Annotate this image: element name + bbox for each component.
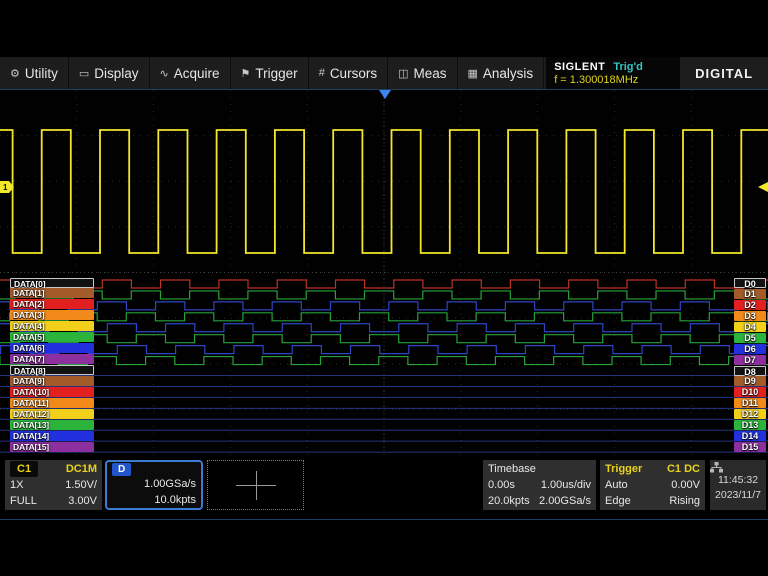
clock-date: 2023/11/7 xyxy=(710,488,766,503)
menu-bar: ⚙ Utility ▭ Display ∿ Acquire ⚑ Trigger … xyxy=(0,57,768,89)
menu-acquire-label: Acquire xyxy=(174,66,220,81)
digital-channel-tag[interactable]: D3 xyxy=(734,311,766,321)
trigger-descriptor[interactable]: Trigger C1 DC Auto 0.00V Edge Rising xyxy=(600,460,705,510)
menu-acquire[interactable]: ∿ Acquire xyxy=(150,57,231,89)
descriptor-bar: C1 DC1M 1X 1.50V/ FULL 3.00V D 1.00GSa/s… xyxy=(0,456,768,518)
timebase-memory: 20.0kpts xyxy=(488,493,530,509)
scope-ui: ⚙ Utility ▭ Display ∿ Acquire ⚑ Trigger … xyxy=(0,55,768,520)
graticule xyxy=(0,90,768,455)
trigger-position-marker[interactable] xyxy=(379,90,391,99)
siglent-logo: SIGLENT xyxy=(554,61,605,73)
frequency-counter: f = 1.300018MHz xyxy=(554,74,672,86)
trigger-level-marker[interactable] xyxy=(758,182,768,192)
digital-channel-tag[interactable]: D0 xyxy=(734,278,766,288)
lan-icon xyxy=(710,462,723,473)
empty-channel-slot[interactable] xyxy=(207,460,304,510)
c1-bandwidth: FULL xyxy=(10,493,37,509)
menu-meas-label: Meas xyxy=(413,66,446,81)
digital-channel-label[interactable]: DATA[15] xyxy=(10,442,94,452)
digital-channel-tag[interactable]: D14 xyxy=(734,431,766,441)
digital-channel-label[interactable]: DATA[11] xyxy=(10,398,94,408)
add-channel-crosshair-v xyxy=(256,471,257,500)
menu-display[interactable]: ▭ Display xyxy=(69,57,150,89)
digital-descriptor[interactable]: D 1.00GSa/s 10.0kpts xyxy=(105,460,203,510)
timebase-scale: 1.00us/div xyxy=(541,477,591,493)
datetime-panel: 11:45:32 2023/11/7 xyxy=(710,460,766,510)
waveform-canvas: 1 xyxy=(0,90,768,455)
timebase-title: Timebase xyxy=(488,461,536,477)
timebase-srate: 2.00GSa/s xyxy=(539,493,591,509)
digital-channel-label[interactable]: DATA[5] xyxy=(10,332,94,342)
display-icon: ▭ xyxy=(79,67,89,80)
digital-channel-label[interactable]: DATA[12] xyxy=(10,409,94,419)
digital-chip: D xyxy=(112,463,131,476)
menu-utility-label: Utility xyxy=(25,66,58,81)
gear-icon: ⚙ xyxy=(10,67,20,80)
menu-analysis-label: Analysis xyxy=(483,66,533,81)
status-block: SIGLENT Trig'd f = 1.300018MHz xyxy=(546,57,680,89)
cursors-icon: # xyxy=(319,67,325,79)
digital-channel-tag[interactable]: D10 xyxy=(734,387,766,397)
digital-channel-tag[interactable]: D7 xyxy=(734,355,766,365)
digital-channel-tag[interactable]: D4 xyxy=(734,322,766,332)
digital-channel-tag[interactable]: D6 xyxy=(734,344,766,354)
flag-icon: ⚑ xyxy=(241,67,251,80)
digital-channel-tag[interactable]: D12 xyxy=(734,409,766,419)
digital-channel-tag[interactable]: D13 xyxy=(734,420,766,430)
timebase-delay: 0.00s xyxy=(488,477,515,493)
timebase-descriptor[interactable]: Timebase 0.00s 1.00us/div 20.0kpts 2.00G… xyxy=(483,460,596,510)
digital-channel-label[interactable]: DATA[6] xyxy=(10,343,94,353)
menu-trigger[interactable]: ⚑ Trigger xyxy=(231,57,309,89)
digital-channel-label[interactable]: DATA[1] xyxy=(10,288,94,298)
digital-channel-label[interactable]: DATA[2] xyxy=(10,299,94,309)
trigger-slope: Rising xyxy=(669,493,700,509)
menu-display-label: Display xyxy=(94,66,138,81)
digital-channel-tag[interactable]: D8 xyxy=(734,366,766,376)
digital-channel-label[interactable]: DATA[4] xyxy=(10,321,94,331)
chart-icon: ▦ xyxy=(468,67,478,80)
digital-channel-tag[interactable]: D2 xyxy=(734,300,766,310)
menu-cursors[interactable]: # Cursors xyxy=(309,57,388,89)
channel-c1-descriptor[interactable]: C1 DC1M 1X 1.50V/ FULL 3.00V xyxy=(5,460,102,510)
digital-channel-tag[interactable]: D1 xyxy=(734,289,766,299)
digital-channel-label[interactable]: DATA[3] xyxy=(10,310,94,320)
waveform-display: 1 DATA[0]DATA[1]DATA[2]DATA[3]DATA[4]DAT… xyxy=(0,90,768,455)
measure-icon: ◫ xyxy=(398,67,408,80)
trigger-mode: Auto xyxy=(605,477,628,493)
menu-digital[interactable]: DIGITAL xyxy=(680,57,768,89)
bottom-separator xyxy=(0,519,768,520)
digital-channel-tag[interactable]: D11 xyxy=(734,398,766,408)
clock-time: 11:45:32 xyxy=(710,473,766,488)
menu-analysis[interactable]: ▦ Analysis xyxy=(458,57,545,89)
oscilloscope-screen: ⚙ Utility ▭ Display ∿ Acquire ⚑ Trigger … xyxy=(0,0,768,576)
digital-sample-rate: 1.00GSa/s xyxy=(112,476,196,492)
c1-chip: C1 xyxy=(10,461,38,477)
trigger-title: Trigger xyxy=(605,461,642,477)
digital-channel-label[interactable]: DATA[9] xyxy=(10,376,94,386)
digital-channel-label[interactable]: DATA[7] xyxy=(10,354,94,364)
c1-attenuation: 1X xyxy=(10,477,23,493)
digital-channel-label[interactable]: DATA[10] xyxy=(10,387,94,397)
menu-trigger-label: Trigger xyxy=(255,66,297,81)
c1-offset: 3.00V xyxy=(68,493,97,509)
digital-channel-label[interactable]: DATA[0] xyxy=(10,278,94,288)
digital-memory: 10.0kpts xyxy=(112,492,196,508)
digital-channel-label[interactable]: DATA[8] xyxy=(10,365,94,375)
c1-coupling: DC1M xyxy=(66,461,97,477)
menu-utility[interactable]: ⚙ Utility xyxy=(0,57,69,89)
c1-vscale: 1.50V/ xyxy=(65,477,97,493)
digital-channel-tag[interactable]: D9 xyxy=(734,376,766,386)
digital-channel-label[interactable]: DATA[14] xyxy=(10,431,94,441)
trigger-level: 0.00V xyxy=(671,477,700,493)
trigger-source: C1 DC xyxy=(667,461,700,477)
trigger-type: Edge xyxy=(605,493,631,509)
waveform-icon: ∿ xyxy=(160,67,169,80)
digital-channel-tag[interactable]: D5 xyxy=(734,333,766,343)
digital-channel-label[interactable]: DATA[13] xyxy=(10,420,94,430)
menu-cursors-label: Cursors xyxy=(330,66,377,81)
trigger-status: Trig'd xyxy=(613,61,643,73)
digital-channel-tag[interactable]: D15 xyxy=(734,442,766,452)
menu-meas[interactable]: ◫ Meas xyxy=(388,57,457,89)
svg-text:1: 1 xyxy=(3,183,8,192)
